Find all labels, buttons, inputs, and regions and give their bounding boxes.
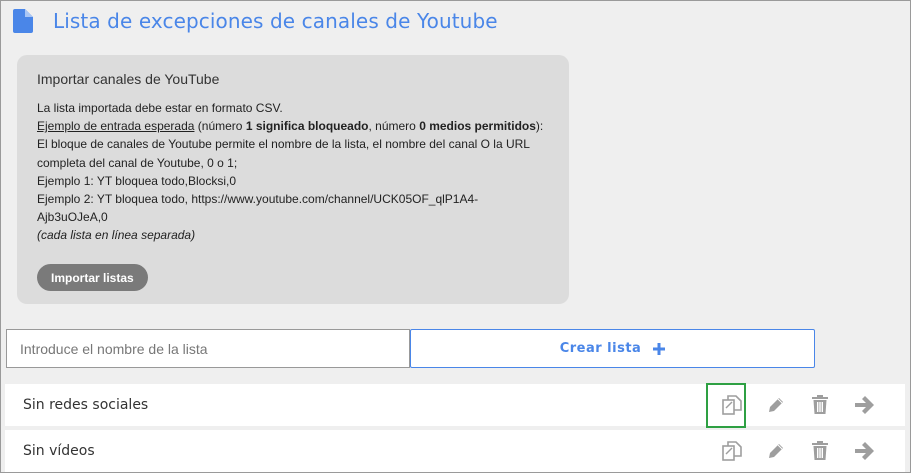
delete-trash-icon[interactable] [798, 430, 842, 472]
create-list-label: Crear lista [559, 341, 642, 356]
list-item-name: Sin redes sociales [23, 397, 149, 413]
edit-pencil-icon[interactable] [754, 384, 798, 426]
page-header: Lista de excepciones de canales de Youtu… [13, 7, 498, 35]
document-icon [13, 9, 33, 33]
example-description: Ejemplo de entrada esperada (número 1 si… [37, 119, 544, 134]
example-link[interactable]: Ejemplo de entrada esperada [37, 119, 194, 133]
separate-lines-note: (cada lista en línea separada) [37, 228, 196, 243]
import-channels-card: Importar canales de YouTube La lista imp… [17, 55, 569, 304]
open-arrow-icon[interactable] [842, 430, 886, 472]
list-item-actions [710, 430, 886, 472]
list-item[interactable]: Sin vídeos [5, 430, 905, 472]
edit-pencil-icon[interactable] [754, 430, 798, 472]
import-card-title: Importar canales de YouTube [37, 71, 220, 87]
copy-focus-highlight [706, 383, 746, 428]
list-item[interactable]: Sin redes sociales [5, 384, 905, 426]
import-instructions: La lista importada debe estar en formato… [37, 99, 549, 245]
import-lists-button[interactable]: Importar listas [37, 264, 148, 291]
example-1: Ejemplo 1: YT bloquea todo,Blocksi,0 [37, 173, 237, 188]
plus-icon [653, 342, 666, 355]
open-arrow-icon[interactable] [842, 384, 886, 426]
format-line: La lista importada debe estar en formato… [37, 101, 283, 115]
copy-icon[interactable] [710, 430, 754, 472]
create-list-button[interactable]: Crear lista [410, 329, 815, 368]
example-2: Ejemplo 2: YT bloquea todo, https://www.… [37, 192, 479, 225]
page-title: Lista de excepciones de canales de Youtu… [53, 9, 498, 33]
list-item-name: Sin vídeos [23, 443, 95, 459]
format-explanation: El bloque de canales de Youtube permite … [37, 137, 530, 170]
list-name-input[interactable] [6, 329, 410, 368]
delete-trash-icon[interactable] [798, 384, 842, 426]
